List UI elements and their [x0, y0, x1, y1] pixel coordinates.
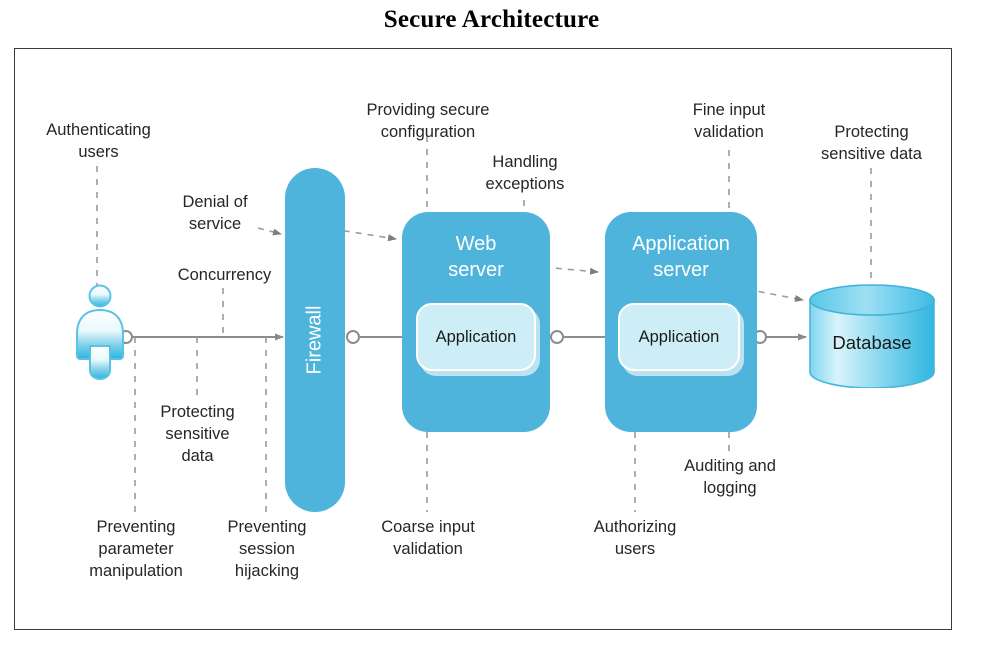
annotation-preventing-session-hijacking: Preventing session hijacking: [227, 518, 307, 580]
annotation-authorizing-users: Authorizing users: [593, 518, 677, 558]
application-server-application-box[interactable]: Application: [618, 303, 740, 371]
annotation-authenticating-users: Authenticating users: [46, 121, 151, 161]
annotation-providing-secure-configuration: Providing secure configuration: [366, 101, 490, 141]
database-label: Database: [832, 332, 912, 353]
application-server-label: Application server: [632, 233, 730, 281]
annotation-protecting-sensitive-data-left: Protecting sensitive data: [160, 403, 235, 465]
annotation-auditing-and-logging: Auditing and logging: [684, 457, 776, 497]
annotation-handling-exceptions: Handling exceptions: [485, 153, 565, 193]
web-server-label: Web server: [448, 233, 504, 281]
firewall-node[interactable]: Firewall: [285, 168, 345, 512]
web-server-application-box[interactable]: Application: [416, 303, 536, 371]
user-actor-icon: [76, 284, 124, 380]
page-title: Secure Architecture: [383, 6, 600, 33]
annotation-fine-input-validation: Fine input validation: [692, 101, 766, 141]
annotation-coarse-input-validation: Coarse input validation: [381, 518, 475, 558]
web-server-application-label: Application: [435, 327, 517, 346]
annotation-protecting-sensitive-data-right: Protecting sensitive data: [821, 123, 922, 163]
application-server-application-label: Application: [638, 327, 720, 346]
annotation-preventing-parameter-manipulation: Preventing parameter manipulation: [89, 518, 183, 580]
annotation-concurrency: Concurrency: [177, 266, 272, 284]
annotation-denial-of-service: Denial of service: [182, 193, 248, 233]
firewall-label: Firewall: [303, 305, 326, 375]
